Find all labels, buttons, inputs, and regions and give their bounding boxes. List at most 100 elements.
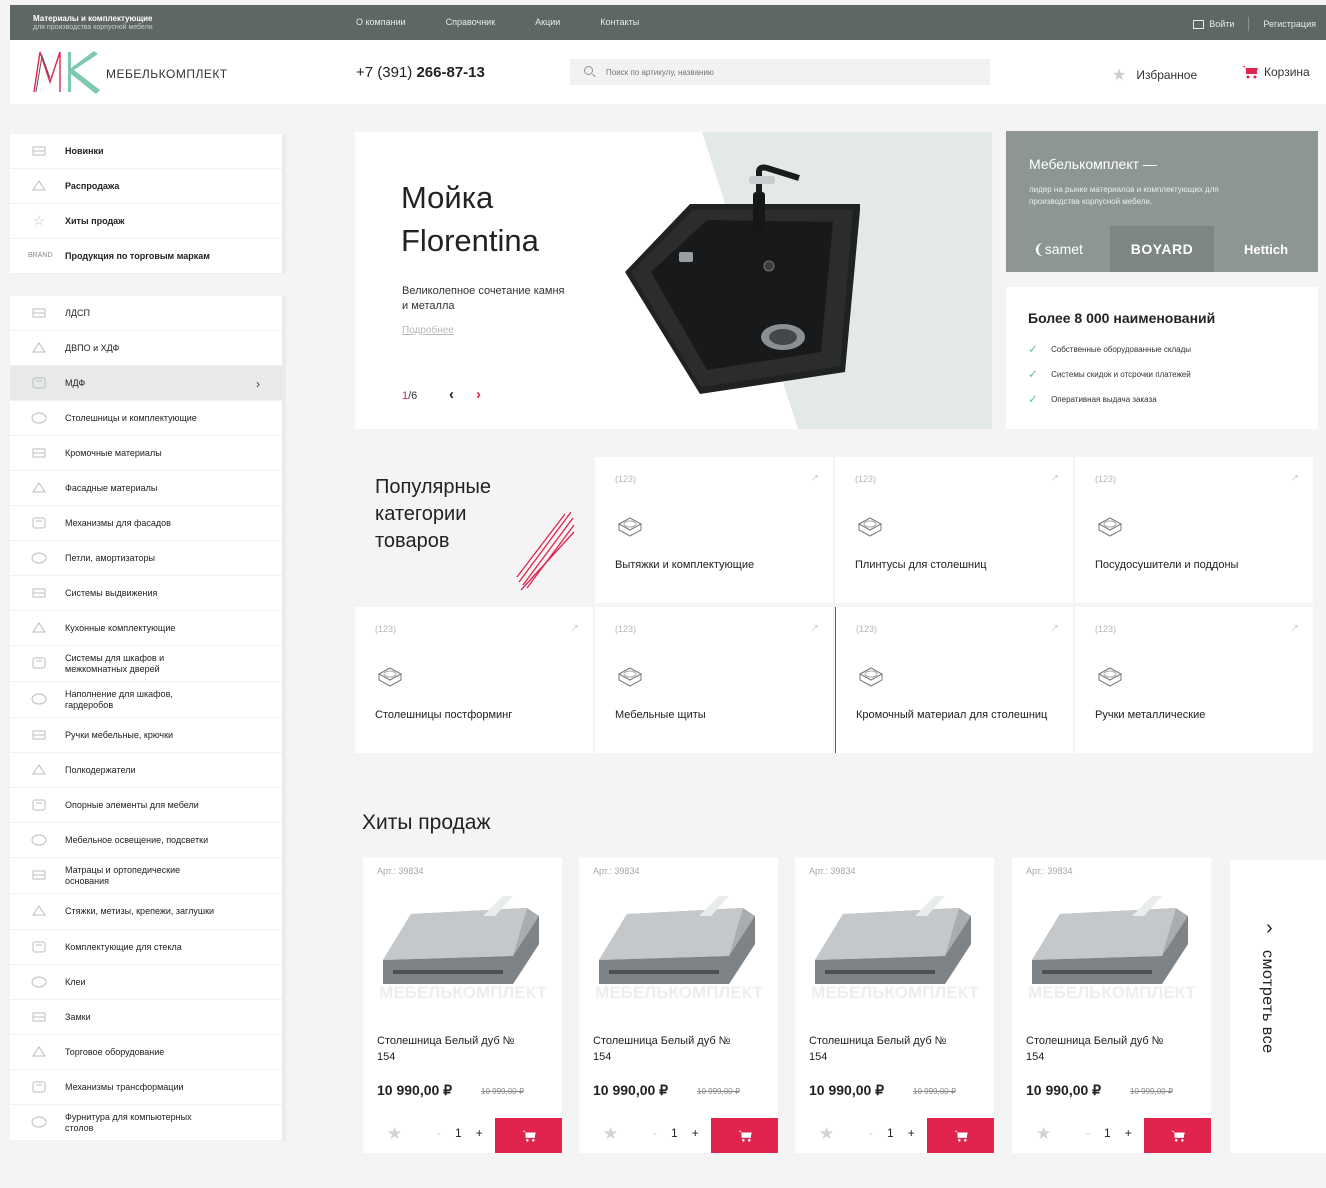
sidebar-categories: ЛДСП ДВПО и ХДФ МДФ › Столешницы и комплекту… [10, 296, 286, 1141]
sidebar-item[interactable]: Мебельное освещение, подсветки [10, 823, 282, 858]
advantage-item: ✓ Системы скидок и отсрочки платежей [1028, 367, 1191, 381]
product-card[interactable]: Арт.: 39834 МЕБЕЛЬКОМПЛЕКТ Столешница Белы… [1012, 858, 1211, 1153]
cart-link[interactable]: Корзина [1242, 65, 1310, 79]
category-count: (123) [1095, 624, 1117, 634]
phone-prefix: +7 (391) [356, 64, 417, 81]
sidebar-item[interactable]: Опорные элементы для мебели [10, 788, 282, 823]
favorites-link[interactable]: ★ Избранное [1112, 65, 1197, 85]
sidebar-item[interactable]: Замки [10, 1000, 282, 1035]
sidebar-item[interactable]: Стяжки, метизы, крепежи, заглушки [10, 894, 282, 930]
sidebar-item[interactable]: ЛДСП [10, 296, 282, 331]
sidebar-item[interactable]: Распродажа [10, 169, 282, 204]
product-card[interactable]: Арт.: 39834 МЕБЕЛЬКОМПЛЕКТ Столешница Белы… [363, 858, 562, 1153]
sidebar-item[interactable]: ДВПО и ХДФ [10, 331, 282, 366]
sidebar-item-label: Полкодержатели [65, 764, 136, 775]
brand-hettich-logo[interactable]: Hettich [1214, 226, 1318, 272]
sidebar-item[interactable]: Фурнитура для компьютерных столов [10, 1105, 282, 1141]
product-card[interactable]: Арт.: 39834 МЕБЕЛЬКОМПЛЕКТ Столешница Белы… [579, 858, 778, 1153]
search-input[interactable] [606, 64, 976, 80]
product-name[interactable]: Столешница Белый дуб № 154 [809, 1033, 959, 1065]
plus-button[interactable]: + [1125, 1126, 1132, 1140]
auth-divider [1248, 17, 1250, 31]
nav-link-reference[interactable]: Справочник [446, 17, 496, 27]
hero-next-button[interactable]: › [476, 386, 481, 403]
add-to-cart-button[interactable] [1144, 1118, 1211, 1153]
category-card[interactable]: (123) ↗ Плинтусы для столешниц [835, 457, 1073, 603]
brand-samet-logo[interactable]: ❨ samet [1006, 226, 1110, 272]
minus-button[interactable]: - [1086, 1126, 1090, 1140]
favorite-star-icon[interactable]: ★ [387, 1124, 402, 1144]
quantity-stepper[interactable]: -1 + [869, 1126, 915, 1140]
quantity-value: 1 [455, 1126, 462, 1140]
sidebar-item[interactable]: Новинки [10, 134, 282, 169]
mattress-icon [30, 867, 48, 883]
logo-mark[interactable] [30, 48, 102, 96]
sidebar-item[interactable]: Матрацы и ортопедические основания [10, 858, 282, 894]
sidebar-item[interactable]: Комплектующие для стекла [10, 930, 282, 965]
sidebar-item[interactable]: ☆ Хиты продаж [10, 204, 282, 239]
sidebar-item[interactable]: Ручки мебельные, крючки [10, 718, 282, 753]
category-card[interactable]: (123) ↗ Кромочный материал для столешниц [835, 607, 1073, 753]
product-image[interactable]: МЕБЕЛЬКОМПЛЕКТ [579, 886, 778, 1016]
nav-link-about[interactable]: О компании [356, 17, 406, 27]
category-card[interactable]: (123) ↗ Вытяжки и комплектующие [595, 457, 833, 603]
brand-boyard-logo[interactable]: BOYARD [1110, 226, 1214, 272]
see-all-button[interactable]: › смотреть все [1230, 860, 1326, 1153]
sidebar-item[interactable]: Кромочные материалы [10, 436, 282, 471]
advantage-item: ✓ Оперативная выдача заказа [1028, 392, 1157, 406]
favorite-star-icon[interactable]: ★ [603, 1124, 618, 1144]
plus-button[interactable]: + [908, 1126, 915, 1140]
sidebar-item[interactable]: Фасадные материалы [10, 471, 282, 506]
add-to-cart-button[interactable] [495, 1118, 562, 1153]
product-name[interactable]: Столешница Белый дуб № 154 [593, 1033, 743, 1065]
register-link[interactable]: Регистрация [1263, 19, 1316, 29]
sidebar-item[interactable]: Полкодержатели [10, 753, 282, 788]
product-image[interactable]: МЕБЕЛЬКОМПЛЕКТ [795, 886, 994, 1016]
product-name[interactable]: Столешница Белый дуб № 154 [1026, 1033, 1176, 1065]
plus-button[interactable]: + [692, 1126, 699, 1140]
quantity-stepper[interactable]: -1 + [653, 1126, 699, 1140]
category-card[interactable]: (123) ↗ Мебельные щиты [595, 607, 833, 753]
star-icon: ☆ [33, 213, 45, 228]
sidebar-item[interactable]: Наполнение для шкафов, гардеробов [10, 682, 282, 718]
sidebar-item[interactable]: Кухонные комплектующие [10, 611, 282, 646]
sidebar-item[interactable]: BRAND Продукция по торговым маркам [10, 239, 282, 274]
add-to-cart-button[interactable] [927, 1118, 994, 1153]
favorite-star-icon[interactable]: ★ [1036, 1124, 1051, 1144]
quantity-stepper[interactable]: -1 + [437, 1126, 483, 1140]
minus-button[interactable]: - [437, 1126, 441, 1140]
sidebar-item[interactable]: Системы для шкафов и межкомнатных дверей [10, 646, 282, 682]
sidebar-item[interactable]: Механизмы трансформации [10, 1070, 282, 1105]
board-icon [30, 305, 48, 321]
category-card[interactable]: (123) ↗ Ручки металлические [1075, 607, 1313, 753]
favorite-star-icon[interactable]: ★ [819, 1124, 834, 1144]
sidebar-item[interactable]: Торговое оборудование [10, 1035, 282, 1070]
plus-button[interactable]: + [476, 1126, 483, 1140]
category-card[interactable]: (123) ↗ Посудосушители и поддоны [1075, 457, 1313, 603]
category-card[interactable]: (123) ↗ Столешницы постформинг [355, 607, 593, 753]
product-image[interactable]: МЕБЕЛЬКОМПЛЕКТ [1012, 886, 1211, 1016]
sidebar-item[interactable]: Петли, амортизаторы [10, 541, 282, 576]
sidebar-item[interactable]: Столешницы и комплектующие [10, 401, 282, 436]
product-image[interactable]: МЕБЕЛЬКОМПЛЕКТ [363, 886, 562, 1016]
nav-link-promotions[interactable]: Акции [535, 17, 560, 27]
sidebar-item[interactable]: Системы выдвижения [10, 576, 282, 611]
sidebar-item[interactable]: МДФ › [10, 366, 282, 401]
nav-link-contacts[interactable]: Контакты [600, 17, 639, 27]
product-card[interactable]: Арт.: 39834 МЕБЕЛЬКОМПЛЕКТ Столешница Белы… [795, 858, 994, 1153]
add-to-cart-button[interactable] [711, 1118, 778, 1153]
product-name[interactable]: Столешница Белый дуб № 154 [377, 1033, 527, 1065]
sidebar-item[interactable]: Механизмы для фасадов [10, 506, 282, 541]
minus-button[interactable]: - [653, 1126, 657, 1140]
minus-button[interactable]: - [869, 1126, 873, 1140]
login-link[interactable]: Войти [1209, 19, 1234, 29]
sidebar-item[interactable]: Клеи [10, 965, 282, 1000]
quantity-stepper[interactable]: -1 + [1086, 1126, 1132, 1140]
hero-more-link[interactable]: Подробнее [402, 325, 454, 336]
category-icon [617, 667, 643, 687]
hero-prev-button[interactable]: ‹ [449, 386, 454, 403]
sale-tag-icon [30, 178, 48, 194]
cart-icon [1242, 66, 1258, 79]
chevron-right-icon: › [256, 377, 260, 391]
phone-number[interactable]: +7 (391) 266-87-13 [356, 64, 485, 81]
